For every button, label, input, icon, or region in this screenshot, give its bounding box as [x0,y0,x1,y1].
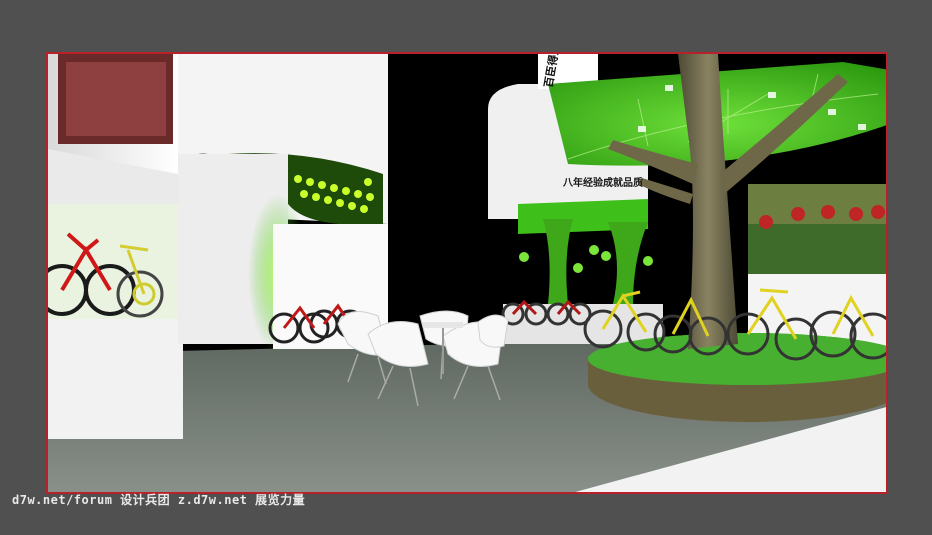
left-pedestal [48,319,183,439]
render-viewport: 百臣得意 八年经验成就品质 [46,52,888,494]
booth-sign-lower: 八年经验成就品质 [563,178,643,189]
exhibition-render [48,54,886,492]
coffee-table [423,322,463,328]
left-display-niche [48,204,183,324]
watermark-text: d7w.net/forum 设计兵团 z.d7w.net 展览力量 [12,493,306,507]
screenshot-frame: 百臣得意 八年经验成就品质 d7w.net/forum 设计兵团 z.d7w.n… [0,0,932,535]
